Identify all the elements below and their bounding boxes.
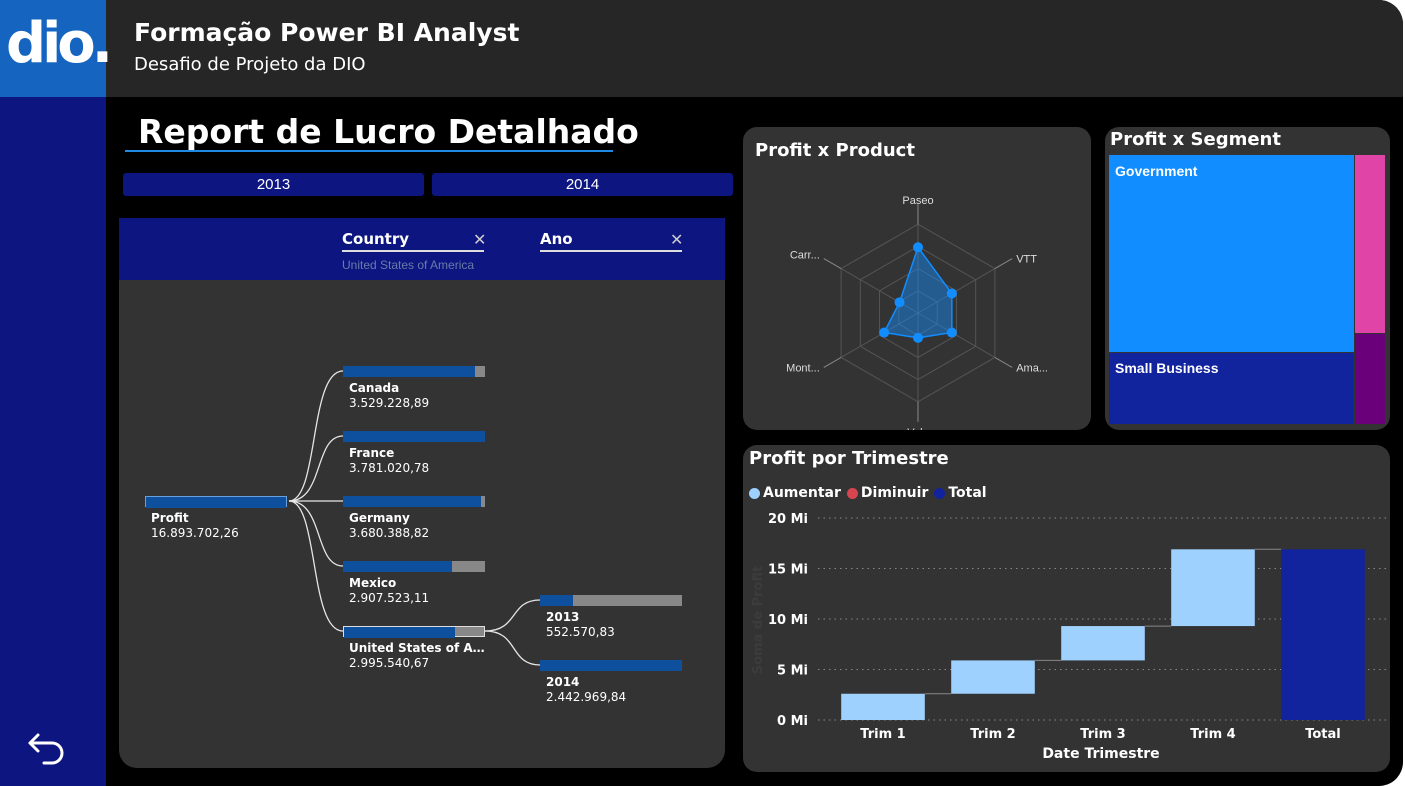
node-name: 2013 (546, 610, 580, 624)
radar-data-point[interactable] (894, 297, 905, 308)
x-tick-label: Total (1305, 727, 1341, 742)
node-fill (146, 497, 286, 508)
y-tick-label: 20 Mi (768, 512, 808, 527)
waterfall-bar[interactable] (951, 660, 1035, 694)
y-tick-label: 0 Mi (777, 714, 808, 729)
decomposition-tree: Country ✕ United States of America Ano ✕… (119, 218, 725, 768)
node-value: 16.893.702,26 (151, 526, 239, 540)
node-name: 2014 (546, 675, 580, 689)
node-name: Germany (349, 511, 410, 525)
treemap-tile-segment-3[interactable] (1355, 155, 1385, 333)
node-fill (540, 595, 573, 606)
waterfall-bar[interactable] (1061, 626, 1145, 661)
tree-node-france[interactable]: France 3.781.020,78 (343, 431, 489, 475)
x-tick-label: Trim 2 (970, 727, 1015, 742)
tree-node-profit[interactable]: Profit 16.893.702,26 (145, 496, 291, 540)
tile-label: Small Business (1115, 360, 1219, 376)
radar-series-area (883, 245, 953, 339)
y-tick-label: 10 Mi (768, 613, 808, 628)
node-fill (343, 496, 481, 507)
treemap-tile-small-business[interactable]: Small Business (1109, 353, 1354, 424)
radar-data-point[interactable] (946, 327, 957, 338)
node-value: 3.781.020,78 (349, 461, 430, 475)
radar-axis-label: Carr... (790, 250, 820, 262)
radar-axis-leader (994, 356, 1013, 368)
tree-node-2013[interactable]: 2013 552.570,83 (540, 595, 686, 639)
radar-axis-leader (823, 356, 842, 368)
x-tick-label: Trim 4 (1190, 727, 1235, 742)
radar-data-point[interactable] (946, 288, 957, 299)
tree-node-germany[interactable]: Germany 3.680.388,82 (343, 496, 489, 540)
app-subtitle: Desafio de Projeto da DIO (134, 54, 366, 75)
radar-axis-label: Velo (907, 427, 928, 430)
node-fill (344, 627, 455, 638)
back-arrow-icon[interactable] (26, 725, 70, 769)
radar-axis-label: VTT (1016, 254, 1037, 266)
x-axis-label: Date Trimestre (1042, 746, 1159, 762)
radar-axis-label: Paseo (902, 195, 933, 207)
dio-logo: dio. (0, 0, 113, 97)
waterfall-chart[interactable]: 0 Mi 5 Mi 10 Mi 15 Mi 20 Mi Soma de Profit Dat… (743, 445, 1390, 772)
waterfall-bar[interactable] (1281, 549, 1365, 720)
profit-by-segment-card: Profit x Segment Government Small Busine… (1105, 127, 1390, 430)
x-tick-label: Trim 1 (860, 727, 905, 742)
y-tick-label: 5 Mi (777, 664, 808, 679)
segment-title: Profit x Segment (1110, 129, 1281, 150)
radar-data-point[interactable] (879, 327, 890, 338)
node-name: United States of America (349, 641, 489, 655)
title-underline (125, 150, 613, 152)
node-value: 3.680.388,82 (349, 526, 430, 540)
radar-axis-leader (994, 258, 1013, 270)
node-value: 3.529.228,89 (349, 396, 430, 410)
treemap-tile-government[interactable]: Government (1109, 155, 1354, 352)
report-title: Report de Lucro Detalhado (138, 112, 639, 151)
radar-data-point[interactable] (913, 242, 923, 253)
tree-node-2014[interactable]: 2014 2.442.969,84 (540, 660, 686, 704)
node-fill (540, 660, 682, 671)
year-button-2014[interactable]: 2014 (432, 173, 733, 196)
y-tick-label: 15 Mi (768, 563, 808, 578)
year-button-2013[interactable]: 2013 (123, 173, 424, 196)
node-fill (343, 431, 485, 442)
treemap-tile-segment-4[interactable] (1355, 334, 1385, 424)
profit-by-product-card: Profit x Product PaseoVTTAma...VeloMont.… (743, 127, 1091, 430)
tree-node-canada[interactable]: Canada 3.529.228,89 (343, 366, 489, 410)
node-name: Profit (151, 511, 189, 525)
logo-text: dio. (6, 11, 113, 76)
profit-by-quarter-card: Profit por Trimestre Aumentar Diminuir T… (743, 445, 1390, 772)
waterfall-bar[interactable] (841, 693, 925, 720)
node-value: 552.570,83 (546, 625, 615, 639)
radar-axis-leader (823, 258, 842, 270)
tree-node-usa[interactable]: United States of America 2.995.540,67 (343, 626, 489, 670)
node-name: Mexico (349, 576, 397, 590)
tree-node-mexico[interactable]: Mexico 2.907.523,11 (343, 561, 489, 605)
radar-chart[interactable]: Paseo VTT Ama... Velo Mont... Carr... (743, 127, 1091, 430)
app-title: Formação Power BI Analyst (134, 18, 520, 47)
node-name: Canada (349, 381, 400, 395)
node-fill (343, 366, 476, 377)
node-value: 2.442.969,84 (546, 690, 627, 704)
y-axis-label: Soma de Profit (751, 566, 766, 675)
tile-label: Government (1115, 163, 1198, 179)
radar-axis-label: Ama... (1016, 362, 1048, 374)
sidebar (0, 97, 106, 786)
node-fill (343, 561, 453, 572)
x-tick-label: Trim 3 (1080, 727, 1125, 742)
header-bar (0, 0, 1403, 97)
node-value: 2.907.523,11 (349, 591, 430, 605)
radar-data-point[interactable] (913, 332, 923, 343)
waterfall-bar[interactable] (1171, 549, 1255, 627)
report-canvas: dio. Formação Power BI Analyst Desafio d… (0, 0, 1403, 786)
node-name: France (349, 446, 395, 460)
radar-axis-label: Mont... (786, 362, 820, 374)
node-value: 2.995.540,67 (349, 656, 430, 670)
